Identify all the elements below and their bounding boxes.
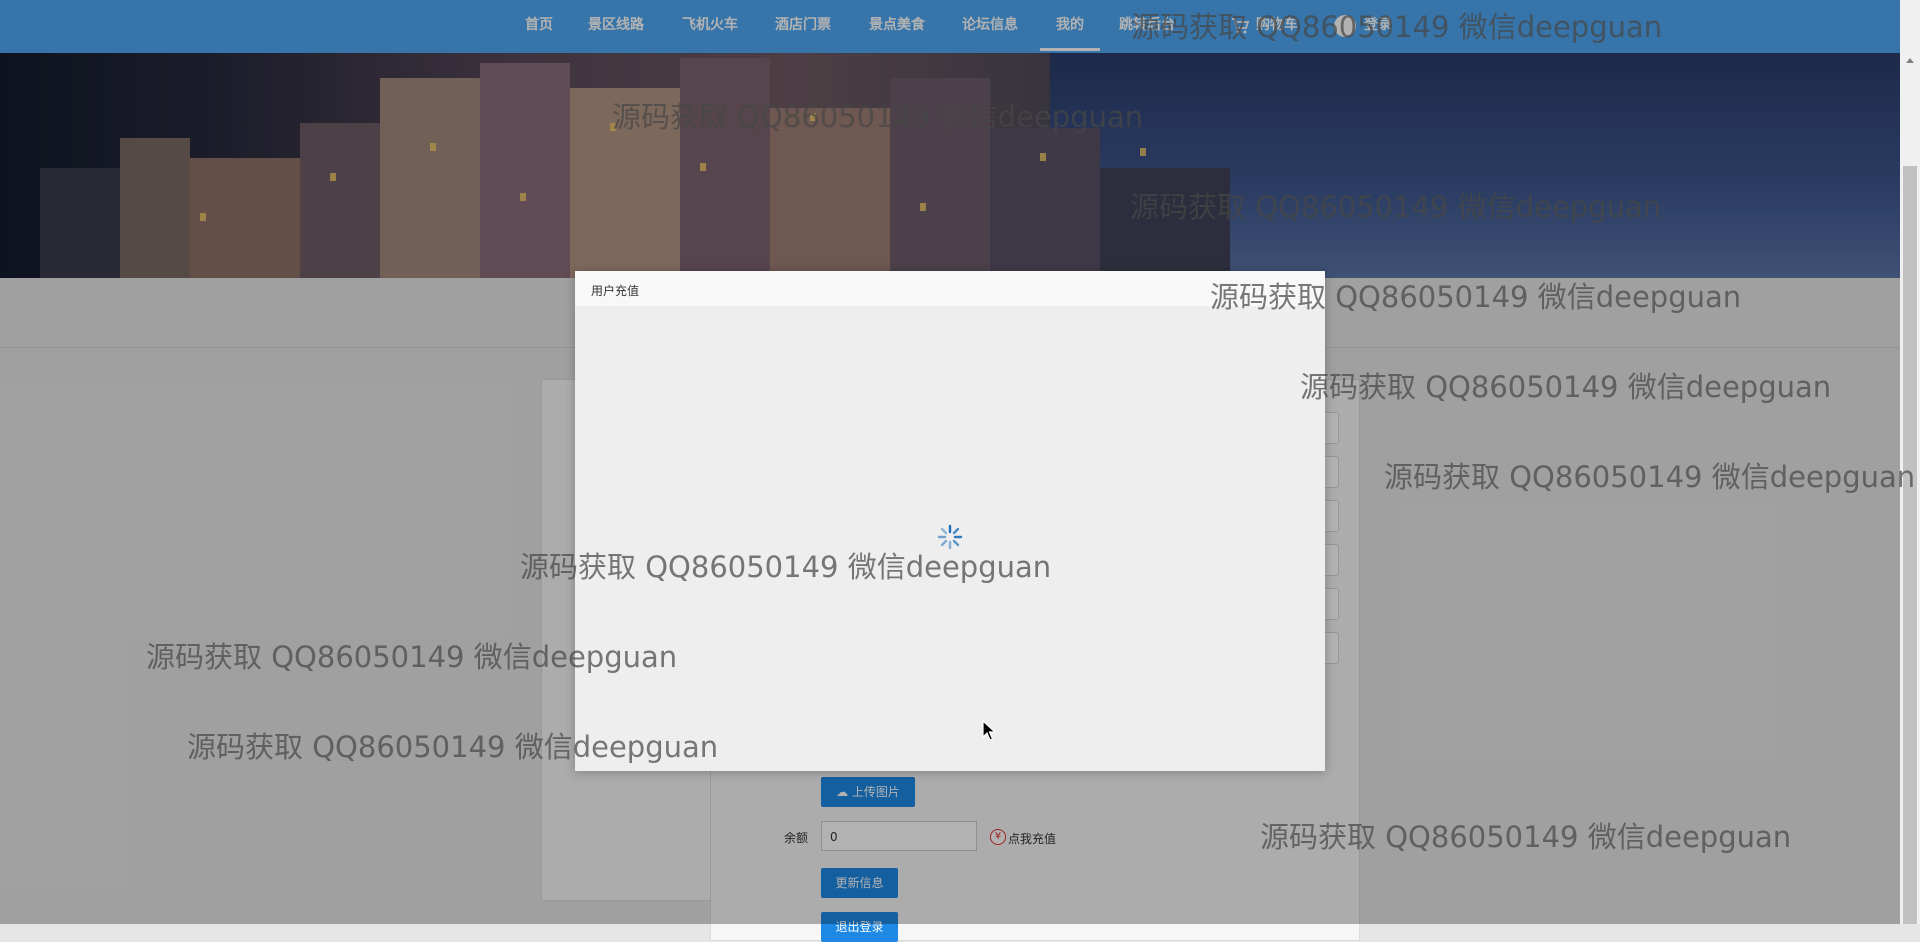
scroll-up-arrow-icon[interactable] bbox=[1906, 58, 1914, 63]
mouse-cursor-icon bbox=[982, 720, 996, 741]
scrollbar-thumb[interactable] bbox=[1903, 166, 1917, 924]
loading-spinner-icon bbox=[937, 524, 963, 550]
recharge-dialog: 用户充值 bbox=[575, 271, 1325, 771]
dialog-title: 用户充值 bbox=[591, 284, 640, 298]
page-scrollbar[interactable] bbox=[1900, 0, 1920, 924]
dialog-header[interactable]: 用户充值 bbox=[575, 271, 1325, 307]
